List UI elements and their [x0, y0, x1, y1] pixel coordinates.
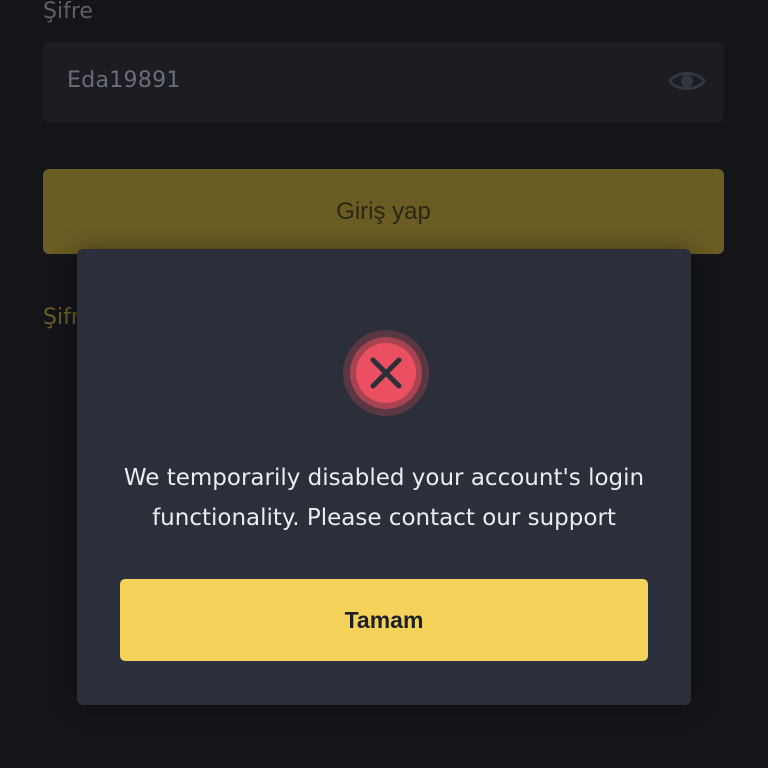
confirm-button-label: Tamam — [344, 607, 424, 633]
error-x-icon — [343, 330, 429, 416]
confirm-button[interactable]: Tamam — [120, 579, 648, 661]
login-screen: Şifre Eda19891 Giriş yap Şifr We tempora… — [0, 0, 768, 768]
login-button-label: Giriş yap — [336, 198, 431, 225]
error-dialog: We temporarily disabled your account's l… — [77, 249, 691, 705]
password-value: Eda19891 — [67, 68, 181, 93]
forgot-password-link[interactable]: Şifr — [43, 304, 80, 332]
eye-icon[interactable] — [668, 66, 706, 96]
password-label: Şifre — [43, 0, 93, 24]
login-button[interactable]: Giriş yap — [43, 169, 724, 254]
password-field[interactable]: Eda19891 — [43, 42, 724, 122]
dialog-message: We temporarily disabled your account's l… — [123, 465, 645, 531]
